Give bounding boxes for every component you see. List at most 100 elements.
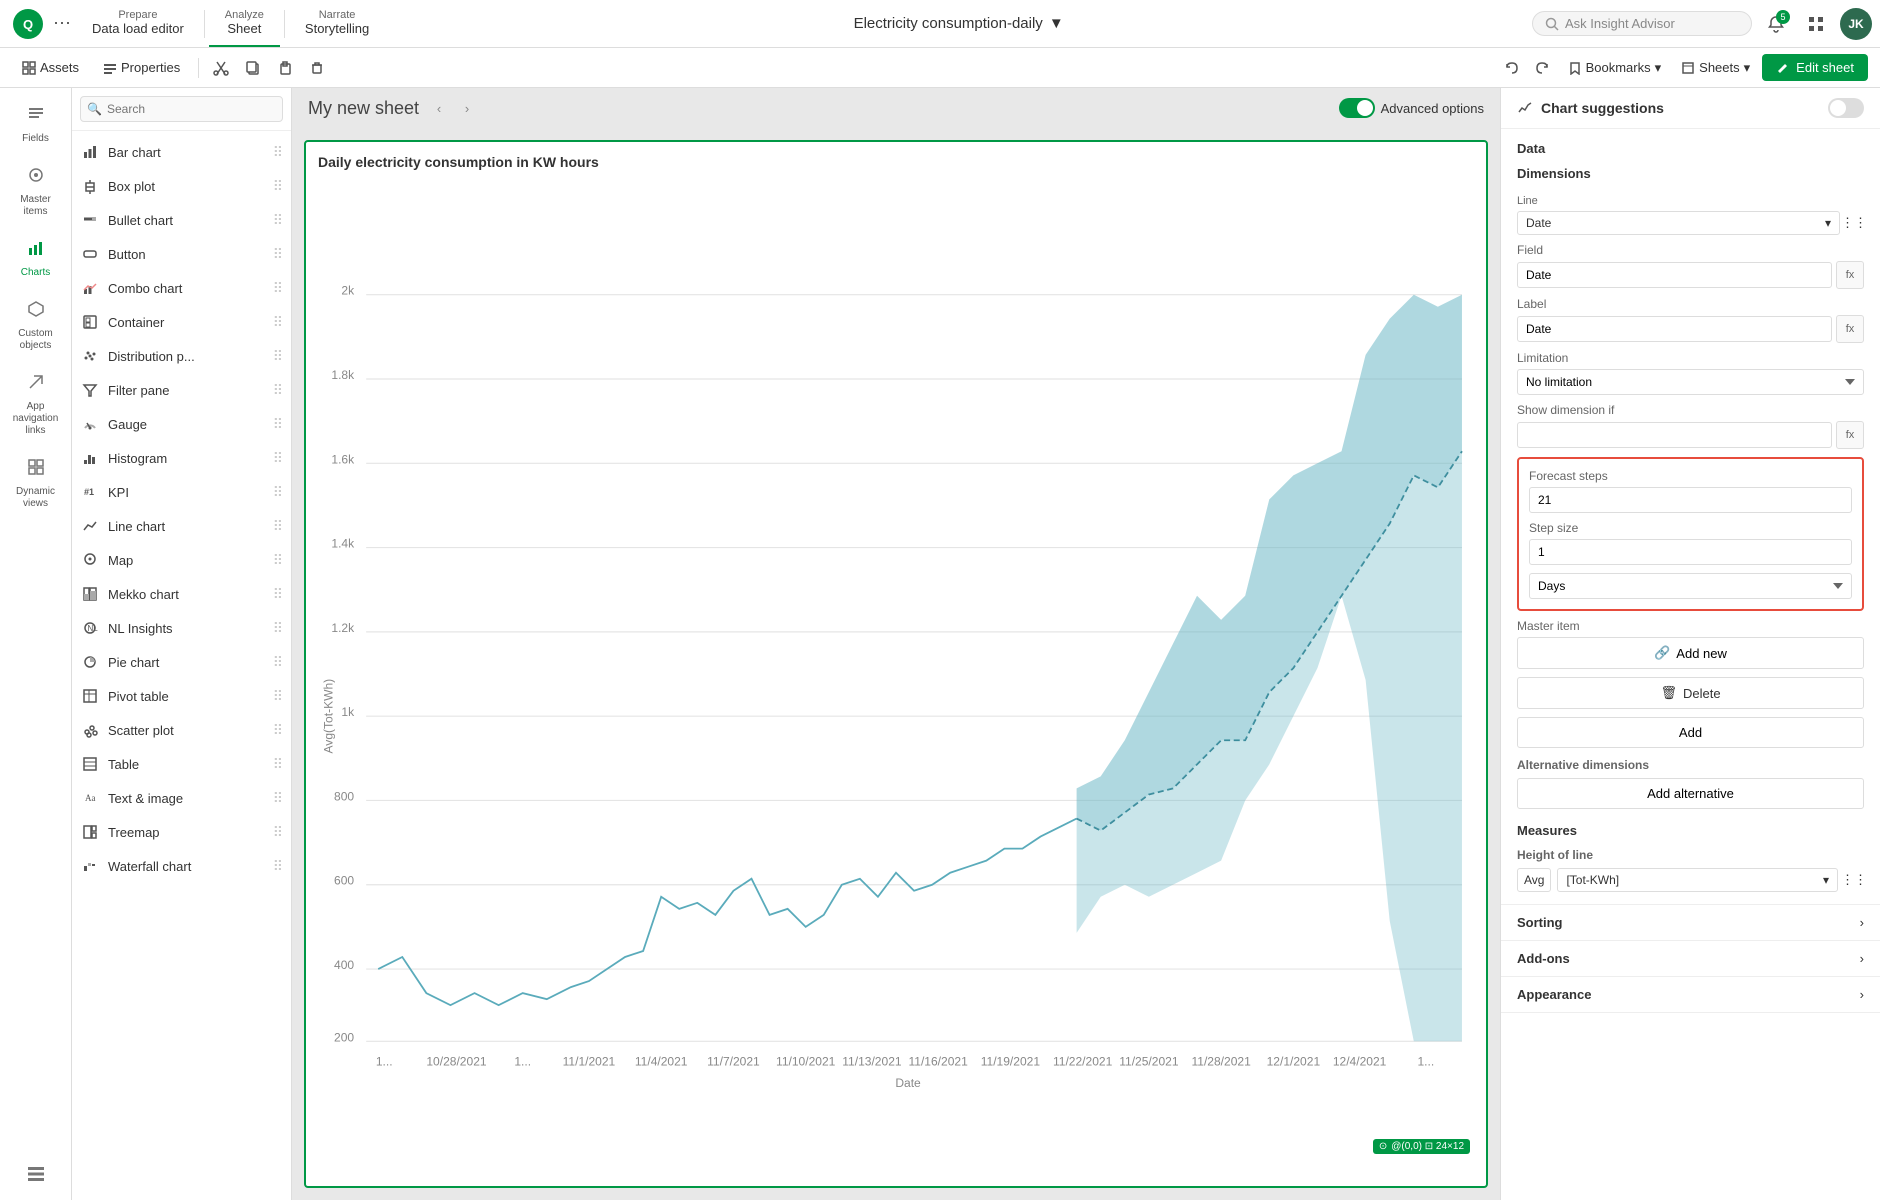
- add-dimension-button[interactable]: Add: [1517, 717, 1864, 748]
- nav-analyze[interactable]: Analyze Sheet: [209, 0, 280, 47]
- bookmarks-button[interactable]: Bookmarks ▾: [1560, 56, 1670, 80]
- edit-sheet-button[interactable]: Edit sheet: [1762, 54, 1868, 81]
- addons-section[interactable]: Add-ons ›: [1501, 941, 1880, 977]
- add-new-button[interactable]: 🔗 Add new: [1517, 637, 1864, 669]
- measure-drag-handle[interactable]: ⋮⋮: [1844, 870, 1864, 890]
- chart-item-pivot-table[interactable]: Pivot table ⠿: [72, 679, 291, 713]
- filter-pane-drag-handle[interactable]: ⠿: [273, 382, 283, 399]
- chart-item-treemap[interactable]: Treemap ⠿: [72, 815, 291, 849]
- chart-item-bullet-chart[interactable]: Bullet chart ⠿: [72, 203, 291, 237]
- filter-pane-label: Filter pane: [108, 383, 265, 398]
- sheets-button[interactable]: Sheets ▾: [1673, 56, 1758, 80]
- chart-item-container[interactable]: Container ⠿: [72, 305, 291, 339]
- bullet-chart-drag-handle[interactable]: ⠿: [273, 212, 283, 229]
- treemap-drag-handle[interactable]: ⠿: [273, 824, 283, 841]
- chart-item-combo-chart[interactable]: Combo chart ⠿: [72, 271, 291, 305]
- nav-prepare[interactable]: Prepare Data load editor: [76, 0, 200, 47]
- chart-item-text-image[interactable]: Aa Text & image ⠿: [72, 781, 291, 815]
- grid-menu-button[interactable]: [1800, 8, 1832, 40]
- sheet-prev-button[interactable]: ‹: [427, 96, 451, 120]
- button-drag-handle[interactable]: ⠿: [273, 246, 283, 263]
- date-dimension-selector[interactable]: Date ▾: [1517, 211, 1840, 235]
- delete-button[interactable]: [303, 54, 331, 82]
- limitation-select[interactable]: No limitation: [1517, 369, 1864, 395]
- sidebar-item-fields[interactable]: Fields: [4, 96, 68, 153]
- sidebar-item-master-items[interactable]: Master items: [4, 157, 68, 226]
- undo-button[interactable]: [1498, 54, 1526, 82]
- sidebar-item-dynamic-views[interactable]: Dynamic views: [4, 449, 68, 518]
- gauge-drag-handle[interactable]: ⠿: [273, 416, 283, 433]
- cut-button[interactable]: [207, 54, 235, 82]
- chart-item-filter-pane[interactable]: Filter pane ⠿: [72, 373, 291, 407]
- label-fx-button[interactable]: fx: [1836, 315, 1864, 343]
- chart-item-pie-chart[interactable]: Pie chart ⠿: [72, 645, 291, 679]
- add-alternative-button[interactable]: Add alternative: [1517, 778, 1864, 809]
- field-input[interactable]: [1517, 262, 1832, 288]
- sheet-next-button[interactable]: ›: [455, 96, 479, 120]
- table-drag-handle[interactable]: ⠿: [273, 756, 283, 773]
- chart-item-table[interactable]: Table ⠿: [72, 747, 291, 781]
- sidebar-bottom-icon[interactable]: [4, 1156, 68, 1192]
- sorting-section[interactable]: Sorting ›: [1501, 905, 1880, 941]
- nl-insights-drag-handle[interactable]: ⠿: [273, 620, 283, 637]
- chart-item-line-chart[interactable]: Line chart ⠿: [72, 509, 291, 543]
- forecast-steps-input[interactable]: [1529, 487, 1852, 513]
- chart-item-kpi[interactable]: #1 KPI ⠿: [72, 475, 291, 509]
- scatter-plot-drag-handle[interactable]: ⠿: [273, 722, 283, 739]
- histogram-drag-handle[interactable]: ⠿: [273, 450, 283, 467]
- redo-button[interactable]: [1528, 54, 1556, 82]
- mekko-chart-drag-handle[interactable]: ⠿: [273, 586, 283, 603]
- chart-item-distribution-p[interactable]: Distribution p... ⠿: [72, 339, 291, 373]
- combo-chart-drag-handle[interactable]: ⠿: [273, 280, 283, 297]
- nav-narrate[interactable]: Narrate Storytelling: [289, 0, 385, 47]
- kpi-drag-handle[interactable]: ⠿: [273, 484, 283, 501]
- appearance-section[interactable]: Appearance ›: [1501, 977, 1880, 1013]
- delete-dimension-button[interactable]: 🗑 Delete: [1517, 677, 1864, 709]
- dimension-drag-handle[interactable]: ⋮⋮: [1844, 213, 1864, 233]
- chart-item-scatter-plot[interactable]: Scatter plot ⠿: [72, 713, 291, 747]
- chart-item-histogram[interactable]: Histogram ⠿: [72, 441, 291, 475]
- text-image-drag-handle[interactable]: ⠿: [273, 790, 283, 807]
- chart-suggestions-toggle[interactable]: [1828, 98, 1864, 118]
- container-drag-handle[interactable]: ⠿: [273, 314, 283, 331]
- chart-item-nl-insights[interactable]: NL NL Insights ⠿: [72, 611, 291, 645]
- sidebar-item-custom-objects[interactable]: Custom objects: [4, 291, 68, 360]
- chart-item-box-plot[interactable]: Box plot ⠿: [72, 169, 291, 203]
- pie-chart-label: Pie chart: [108, 655, 265, 670]
- line-chart-drag-handle[interactable]: ⠿: [273, 518, 283, 535]
- app-title[interactable]: Electricity consumption-daily ▼: [385, 15, 1532, 32]
- insight-search[interactable]: Ask Insight Advisor: [1532, 11, 1752, 36]
- sidebar-item-charts[interactable]: Charts: [4, 230, 68, 287]
- chart-item-bar-chart[interactable]: Bar chart ⠿: [72, 135, 291, 169]
- advanced-options-toggle[interactable]: [1339, 98, 1375, 118]
- assets-button[interactable]: Assets: [12, 56, 89, 79]
- user-avatar[interactable]: JK: [1840, 8, 1872, 40]
- bar-chart-drag-handle[interactable]: ⠿: [273, 144, 283, 161]
- distribution-p-drag-handle[interactable]: ⠿: [273, 348, 283, 365]
- map-drag-handle[interactable]: ⠿: [273, 552, 283, 569]
- measure-selector[interactable]: [Tot-KWh] ▾: [1557, 868, 1838, 892]
- sidebar-item-app-nav[interactable]: App navigation links: [4, 364, 68, 445]
- chart-item-mekko-chart[interactable]: Mekko chart ⠿: [72, 577, 291, 611]
- show-dimension-input[interactable]: [1517, 422, 1832, 448]
- properties-button[interactable]: Properties: [93, 56, 190, 79]
- box-plot-drag-handle[interactable]: ⠿: [273, 178, 283, 195]
- chart-item-waterfall-chart[interactable]: Waterfall chart ⠿: [72, 849, 291, 883]
- chart-item-button[interactable]: Button ⠿: [72, 237, 291, 271]
- step-size-input[interactable]: [1529, 539, 1852, 565]
- chart-item-gauge[interactable]: Gauge ⠿: [72, 407, 291, 441]
- pivot-table-drag-handle[interactable]: ⠿: [273, 688, 283, 705]
- waterfall-chart-drag-handle[interactable]: ⠿: [273, 858, 283, 875]
- show-dimension-fx-button[interactable]: fx: [1836, 421, 1864, 449]
- notifications-button[interactable]: 5: [1760, 8, 1792, 40]
- label-input[interactable]: [1517, 316, 1832, 342]
- paste-button[interactable]: [271, 54, 299, 82]
- chart-widget[interactable]: Daily electricity consumption in KW hour…: [304, 140, 1488, 1188]
- step-unit-select[interactable]: Days Weeks Months: [1529, 573, 1852, 599]
- chart-search-input[interactable]: [80, 96, 283, 122]
- copy-button[interactable]: [239, 54, 267, 82]
- nav-menu-dots[interactable]: ⋯: [48, 10, 76, 38]
- pie-chart-drag-handle[interactable]: ⠿: [273, 654, 283, 671]
- field-fx-button[interactable]: fx: [1836, 261, 1864, 289]
- chart-item-map[interactable]: Map ⠿: [72, 543, 291, 577]
